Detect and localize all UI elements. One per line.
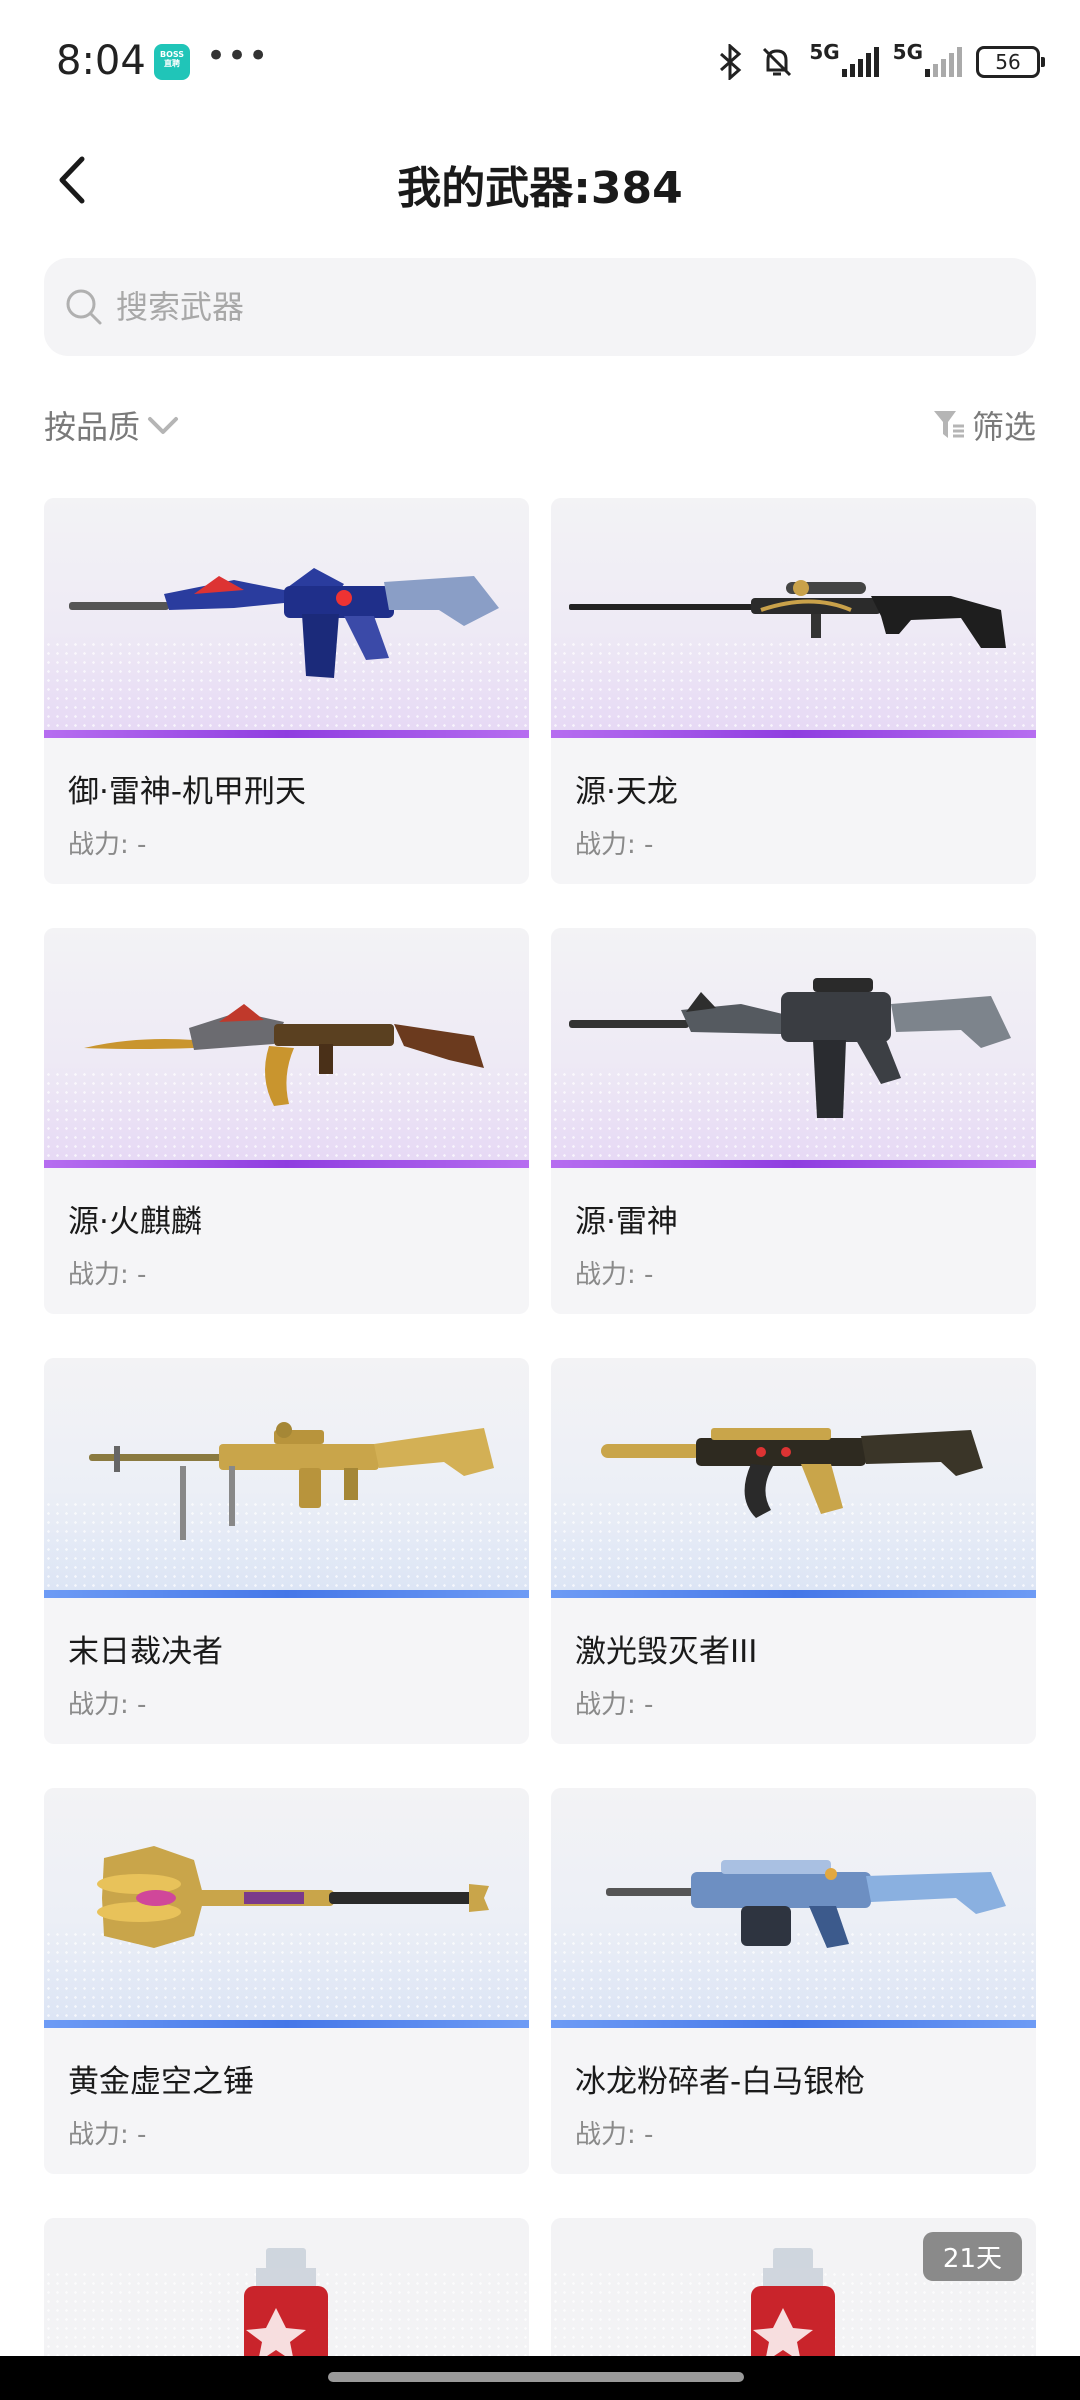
weapon-image	[551, 928, 1036, 1168]
boss-app-badge-icon: BOSS 直聘	[154, 44, 190, 80]
search-bar[interactable]	[44, 258, 1036, 356]
rifle-icon	[69, 568, 499, 678]
bluetooth-icon	[715, 44, 745, 80]
search-input[interactable]	[116, 288, 996, 326]
quality-bar	[44, 1160, 529, 1168]
weapon-power: 战力: -	[68, 2120, 147, 2150]
weapon-image	[44, 2218, 529, 2368]
filter-label: 筛选	[971, 408, 1036, 446]
weapon-power: 战力: -	[68, 1260, 147, 1290]
weapon-image	[551, 498, 1036, 738]
weapon-card[interactable]: 源·雷神 战力: -	[551, 928, 1036, 1314]
quality-bar	[551, 730, 1036, 738]
expiry-badge: 21天	[922, 2232, 1022, 2281]
signal-5g-icon: 5G	[809, 40, 879, 77]
weapon-card[interactable]: 御·雷神-机甲刑天 战力: -	[44, 498, 529, 884]
quality-bar	[551, 2020, 1036, 2028]
weapon-card[interactable]: 黄金虚空之锤 战力: -	[44, 1788, 529, 2174]
weapon-image	[44, 1358, 529, 1598]
weapon-card[interactable]: 冰龙粉碎者-白马银枪 战力: -	[551, 1788, 1036, 2174]
hammer-icon	[97, 1846, 489, 1948]
weapon-card[interactable]: 激光毁灭者III 战力: -	[551, 1358, 1036, 1744]
chevron-down-icon	[148, 417, 179, 434]
weapon-power: 战力: -	[575, 830, 654, 860]
weapon-name: 源·天龙	[575, 774, 678, 810]
machine-gun-icon	[89, 1422, 494, 1540]
weapon-image	[44, 928, 529, 1168]
rifle-icon	[569, 978, 1011, 1118]
status-icons: 5G 5G 56	[715, 40, 1045, 84]
more-notifications-icon: •••	[206, 36, 270, 76]
weapon-card[interactable]: 源·火麒麟 战力: -	[44, 928, 529, 1314]
weapon-name: 冰龙粉碎者-白马银枪	[575, 2064, 866, 2100]
battery-icon: 56	[976, 46, 1045, 78]
weapon-grid: 御·雷神-机甲刑天 战力: - 源·天龙 战力: - 源·火麒麟 战力: - 源…	[44, 498, 1036, 2368]
weapon-power: 战力: -	[575, 2120, 654, 2150]
sort-dropdown[interactable]: 按品质	[44, 402, 180, 448]
grenade-icon	[244, 2248, 328, 2368]
battery-level: 56	[995, 50, 1021, 74]
filter-icon	[933, 411, 964, 438]
heavy-gun-icon	[606, 1860, 1006, 1948]
weapon-name: 源·火麒麟	[68, 1204, 202, 1240]
filter-button[interactable]: 筛选	[932, 402, 1036, 448]
weapon-card[interactable]: 末日裁决者 战力: -	[44, 1358, 529, 1744]
network-type-label-2: 5G	[892, 40, 923, 64]
weapon-card[interactable]: 21天	[551, 2218, 1036, 2368]
home-indicator[interactable]	[328, 2372, 744, 2382]
weapon-card[interactable]: 源·天龙 战力: -	[551, 498, 1036, 884]
quality-bar	[551, 1160, 1036, 1168]
weapon-name: 末日裁决者	[68, 1634, 223, 1670]
signal-5g-icon-2: 5G	[893, 40, 962, 77]
weapon-power: 战力: -	[68, 830, 147, 860]
search-icon	[66, 289, 102, 325]
sniper-rifle-icon	[569, 580, 1006, 648]
quality-bar	[551, 1590, 1036, 1598]
network-type-label: 5G	[809, 40, 840, 64]
sort-label: 按品质	[44, 408, 141, 446]
header: 我的武器:384	[0, 130, 1080, 230]
weapon-card[interactable]	[44, 2218, 529, 2368]
mute-bell-icon	[759, 44, 795, 80]
weapon-power: 战力: -	[575, 1260, 654, 1290]
weapon-power: 战力: -	[68, 1690, 147, 1720]
weapon-image	[551, 1358, 1036, 1598]
weapon-image	[44, 1788, 529, 2028]
weapon-image	[551, 1788, 1036, 2028]
ak-rifle-icon	[84, 1004, 484, 1106]
gold-rifle-icon	[601, 1428, 983, 1518]
quality-bar	[44, 730, 529, 738]
weapon-power: 战力: -	[575, 1690, 654, 1720]
weapon-name: 御·雷神-机甲刑天	[68, 774, 307, 810]
weapon-name: 激光毁灭者III	[575, 1634, 758, 1670]
status-bar: 8:04 BOSS 直聘 ••• 5G 5G 56	[0, 0, 1080, 125]
quality-bar	[44, 1590, 529, 1598]
weapon-image	[44, 498, 529, 738]
weapon-name: 黄金虚空之锤	[68, 2064, 254, 2100]
status-time: 8:04	[56, 38, 146, 84]
page-title: 我的武器:384	[397, 163, 683, 214]
weapon-name: 源·雷神	[575, 1204, 678, 1240]
quality-bar	[44, 2020, 529, 2028]
